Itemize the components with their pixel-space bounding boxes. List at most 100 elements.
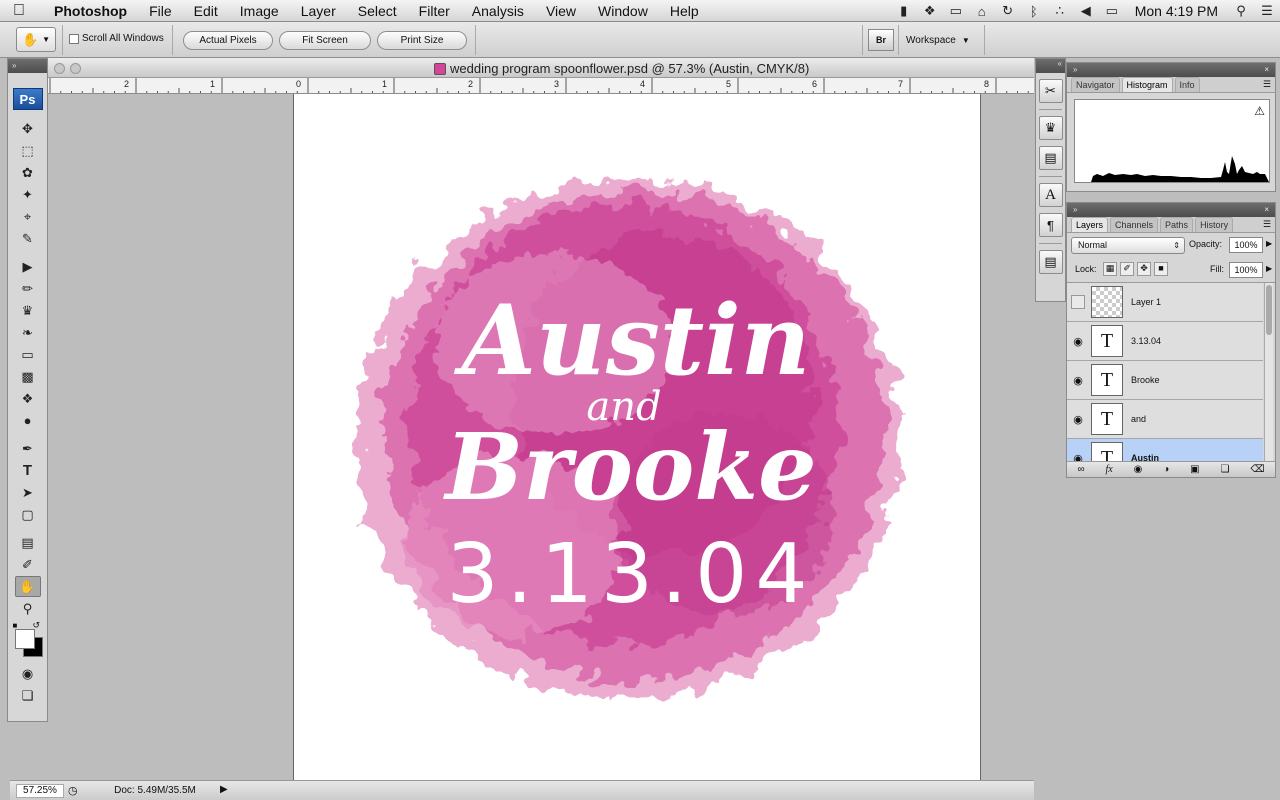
opacity-slider-arrow-icon[interactable]: ▶ [1266,239,1272,248]
notification-bell-icon[interactable]: ▮ [891,3,917,19]
tab-history[interactable]: History [1195,217,1234,232]
color-swatches[interactable]: ■ ↺ [13,620,43,659]
lock-all-icon[interactable]: ■ [1154,262,1168,276]
actual-pixels-button[interactable]: Actual Pixels [183,31,273,50]
brushes-icon[interactable]: ▤ [1038,146,1063,170]
menu-clock[interactable]: Mon 4:19 PM [1125,3,1228,19]
dodge-tool-icon[interactable]: ● [15,410,41,431]
horizontal-ruler[interactable]: 2 1 0 1 2 3 4 5 6 7 8 [48,78,1034,94]
tool-presets-icon[interactable]: ✂ [1038,79,1063,103]
layer-style-icon[interactable]: fx [1105,464,1112,475]
canvas-area[interactable]: Austin and Brooke 3.13.04 [48,94,1034,780]
move-tool-icon[interactable]: ✥ [15,118,41,139]
lock-transparent-icon[interactable]: ▦ [1103,262,1117,276]
clone-stamp-tool-icon[interactable]: ♛ [15,300,41,321]
apple-menu-icon[interactable]:  [0,2,38,20]
magic-wand-tool-icon[interactable]: ✦ [15,184,41,205]
zoom-level-field[interactable]: 57.25% [16,784,64,798]
link-layers-icon[interactable]: ∞ [1077,464,1084,475]
opacity-field[interactable]: 100% [1229,237,1263,253]
fill-slider-arrow-icon[interactable]: ▶ [1266,264,1272,273]
delete-layer-icon[interactable]: ⌫ [1250,464,1264,475]
tool-preset-picker[interactable]: ✋ ▼ [16,27,56,52]
marquee-tool-icon[interactable]: ⬚ [15,140,41,161]
fit-screen-button[interactable]: Fit Screen [279,31,371,50]
screen-mode-icon[interactable]: ❏ [15,685,41,706]
blend-mode-select[interactable]: Normal ⇕ [1071,237,1185,254]
eye-icon[interactable]: ◉ [1067,374,1089,387]
eraser-tool-icon[interactable]: ▭ [15,344,41,365]
notes-panel-icon[interactable]: ▤ [1038,250,1063,274]
dropbox-icon[interactable]: ❖ [917,3,943,19]
layer-mask-icon[interactable]: ◉ [1134,464,1143,475]
minimize-window-icon[interactable] [70,63,81,74]
menu-image[interactable]: Image [229,3,290,19]
menu-view[interactable]: View [535,3,587,19]
dock-header[interactable]: « [1036,59,1065,73]
spotlight-search-icon[interactable]: ⚲ [1228,3,1254,19]
tab-paths[interactable]: Paths [1160,217,1194,232]
volume-icon[interactable]: ◀ [1073,3,1099,19]
path-selection-tool-icon[interactable]: ➤ [15,482,41,503]
brush-tool-icon[interactable]: ✏ [15,278,41,299]
lock-image-icon[interactable]: ✐ [1120,262,1134,276]
status-menu-arrow-icon[interactable]: ▶ [220,784,228,795]
pen-tool-icon[interactable]: ✒ [15,438,41,459]
menu-window[interactable]: Window [587,3,659,19]
menu-file[interactable]: File [138,3,183,19]
new-layer-icon[interactable]: ❏ [1220,464,1229,475]
layer-row[interactable]: ◉ T and [1067,400,1263,439]
panel-header[interactable]: » × [1067,203,1275,217]
menu-help[interactable]: Help [659,3,710,19]
menu-select[interactable]: Select [347,3,408,19]
healing-brush-tool-icon[interactable]: ▶ [15,256,41,277]
bridge-button[interactable]: Br [868,29,894,51]
battery-icon[interactable]: ▭ [1099,3,1125,19]
info-icon[interactable]: ◷ [68,784,78,797]
bluetooth-icon[interactable]: ᛒ [1021,4,1047,19]
eyedropper-tool-icon[interactable]: ✐ [15,554,41,575]
paragraph-panel-icon[interactable]: ¶ [1038,213,1063,237]
close-icon[interactable]: × [1264,63,1269,76]
menu-app-name[interactable]: Photoshop [38,3,138,19]
document-title-bar[interactable]: wedding program spoonflower.psd @ 57.3% … [48,58,1034,78]
gradient-tool-icon[interactable]: ▩ [15,366,41,387]
tab-channels[interactable]: Channels [1110,217,1159,232]
home-icon[interactable]: ⌂ [969,4,995,19]
menu-layer[interactable]: Layer [290,3,347,19]
shape-tool-icon[interactable]: ▢ [15,504,41,525]
zoom-tool-icon[interactable]: ⚲ [15,598,41,619]
foreground-color-swatch[interactable] [14,629,35,649]
lock-position-icon[interactable]: ✥ [1137,262,1151,276]
scroll-all-windows-checkbox[interactable]: Scroll All Windows [69,33,164,44]
new-group-icon[interactable]: ▣ [1190,464,1199,475]
time-machine-icon[interactable]: ↻ [995,3,1021,19]
eye-icon[interactable]: ◉ [1067,335,1089,348]
panel-header[interactable]: » × [1067,63,1275,77]
tab-layers[interactable]: Layers [1071,217,1109,232]
tools-panel-header[interactable]: » [8,59,47,73]
layer-row[interactable]: Layer 1 [1067,283,1263,322]
scrollbar-thumb[interactable] [1266,285,1272,335]
layer-row[interactable]: ◉ T Brooke [1067,361,1263,400]
warning-icon[interactable]: ⚠ [1254,104,1265,118]
workspace-menu[interactable]: Workspace ▼ [906,30,976,50]
doc-size-info[interactable]: Doc: 5.49M/35.5M [90,785,220,796]
tab-histogram[interactable]: Histogram [1121,77,1173,92]
eye-icon[interactable]: ◉ [1067,413,1089,426]
checkbox-box[interactable] [69,33,79,44]
wifi-icon[interactable]: ∴ [1047,3,1073,19]
quick-mask-icon[interactable]: ◉ [15,663,41,684]
crop-tool-icon[interactable]: ⌖ [15,206,41,227]
menu-analysis[interactable]: Analysis [461,3,535,19]
panel-menu-icon[interactable]: ☰ [1263,219,1271,230]
type-tool-icon[interactable]: T [15,460,41,481]
print-size-button[interactable]: Print Size [377,31,467,50]
list-menu-icon[interactable]: ☰ [1254,3,1280,19]
notes-tool-icon[interactable]: ▤ [15,532,41,553]
fill-field[interactable]: 100% [1229,262,1263,278]
slice-tool-icon[interactable]: ✎ [15,228,41,249]
lasso-tool-icon[interactable]: ✿ [15,162,41,183]
close-window-icon[interactable] [54,63,65,74]
adjustment-layer-icon[interactable]: ◑ [1163,464,1169,475]
